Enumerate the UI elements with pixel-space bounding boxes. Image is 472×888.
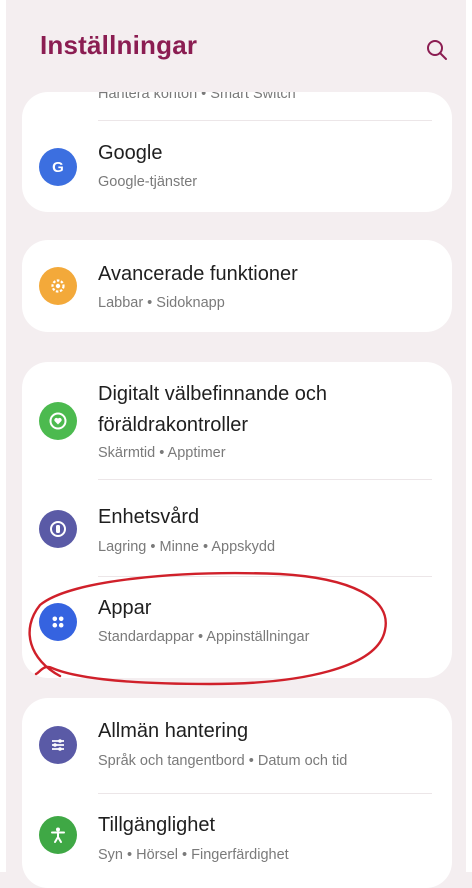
- settings-item-subtitle: Lagring • Minne • Appskydd: [98, 539, 276, 555]
- header: Inställningar: [0, 0, 472, 90]
- settings-card-general: Allmän hantering Språk och tangentbord •…: [22, 698, 452, 888]
- settings-item-title: Appar: [98, 597, 152, 619]
- settings-item-title: Google: [98, 142, 163, 164]
- settings-card-system: Digitalt välbefinnande och föräldrakontr…: [22, 362, 452, 678]
- divider: [98, 120, 432, 121]
- settings-item-accessibility[interactable]: Tillgänglighet Syn • Hörsel • Fingerfärd…: [22, 794, 452, 888]
- settings-item-title: Tillgänglighet: [98, 814, 216, 836]
- settings-item-title: Digitalt välbefinnande och föräldrakontr…: [98, 383, 328, 436]
- settings-item-google[interactable]: G Google Google-tjänster: [22, 122, 452, 212]
- screenshot-border-left: [0, 0, 6, 872]
- settings-card-accounts: Hantera konton • Smart Switch G Google G…: [22, 92, 452, 212]
- page-title: Inställningar: [40, 30, 198, 60]
- accessibility-person-icon: [39, 816, 77, 854]
- sliders-icon: [39, 726, 77, 764]
- gear-star-icon: [39, 267, 77, 305]
- google-g-icon: G: [39, 148, 77, 186]
- device-care-icon: [39, 510, 77, 548]
- settings-item-title: Enhetsvård: [98, 506, 200, 528]
- screenshot-border-right: [466, 0, 472, 872]
- search-button[interactable]: [422, 36, 452, 66]
- partial-row-subtitle: Hantera konton • Smart Switch: [98, 92, 296, 102]
- svg-text:G: G: [52, 159, 64, 176]
- search-icon: [427, 40, 447, 60]
- apps-grid-icon: [39, 603, 77, 641]
- settings-card-advanced: Avancerade funktioner Labbar • Sidoknapp: [22, 240, 452, 332]
- settings-item-title: Allmän hantering: [98, 720, 249, 742]
- settings-item-subtitle: Skärmtid • Apptimer: [98, 445, 226, 461]
- settings-item-subtitle: Labbar • Sidoknapp: [98, 295, 225, 311]
- settings-item-subtitle: Standardappar • Appinställningar: [98, 629, 310, 645]
- settings-item-advanced[interactable]: Avancerade funktioner Labbar • Sidoknapp: [22, 240, 452, 332]
- settings-item-apps[interactable]: Appar Standardappar • Appinställningar: [22, 577, 452, 678]
- settings-item-subtitle: Språk och tangentbord • Datum och tid: [98, 753, 348, 769]
- settings-item-title: Avancerade funktioner: [98, 263, 298, 285]
- settings-item-device-care[interactable]: Enhetsvård Lagring • Minne • Appskydd: [22, 480, 452, 576]
- settings-item-subtitle: Google-tjänster: [98, 174, 198, 190]
- wellbeing-heart-icon: [39, 402, 77, 440]
- settings-item-wellbeing[interactable]: Digitalt välbefinnande och föräldrakontr…: [22, 362, 452, 472]
- settings-item-subtitle: Syn • Hörsel • Fingerfärdighet: [98, 847, 289, 863]
- settings-item-general[interactable]: Allmän hantering Språk och tangentbord •…: [22, 698, 452, 792]
